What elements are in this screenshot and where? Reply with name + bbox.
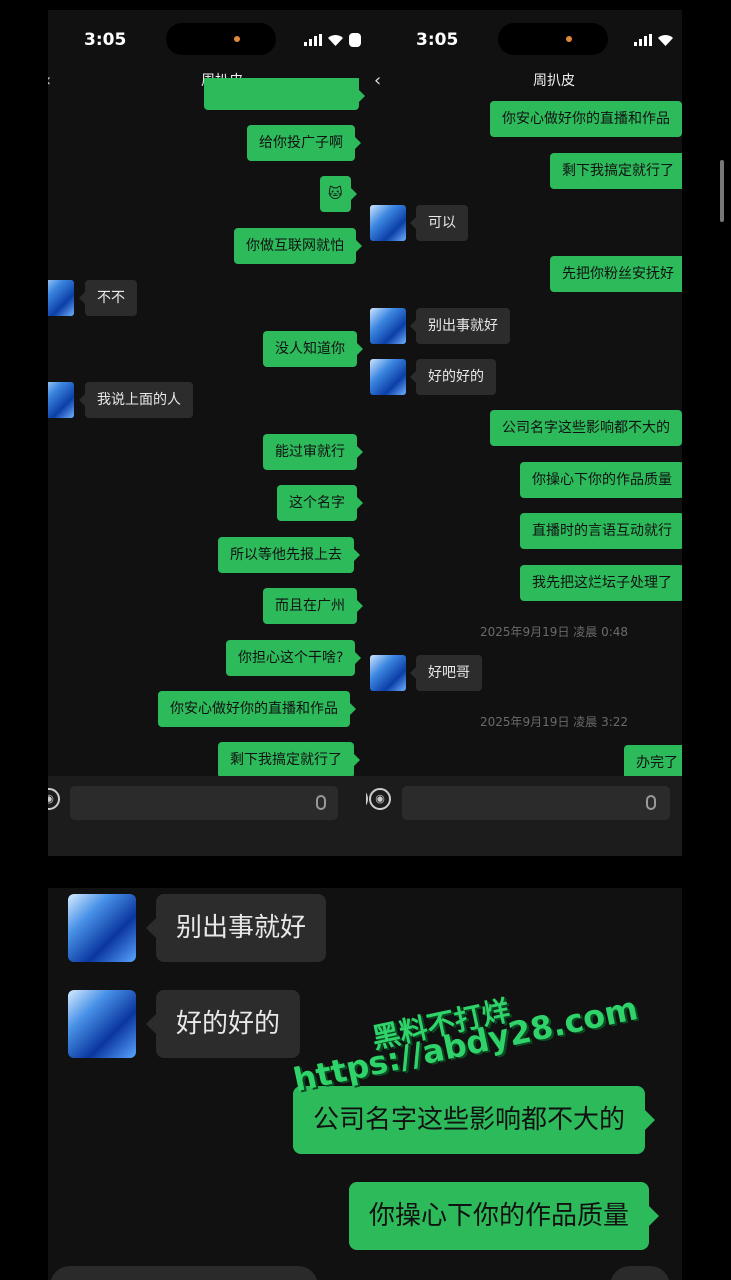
message-bubble[interactable]: 给你投广子啊 xyxy=(247,125,361,161)
contact-avatar[interactable] xyxy=(48,382,74,418)
message-bubble[interactable]: 我先把这烂坛子处理了 xyxy=(520,565,682,601)
bottom-control[interactable] xyxy=(610,1266,670,1280)
message-bubble[interactable]: 这个名字 xyxy=(277,485,363,521)
voice-icon[interactable]: ◉ xyxy=(369,788,391,810)
message-bubble[interactable]: 你安心做好你的直播和作品 xyxy=(158,691,356,727)
message-bubble[interactable]: 好的好的 xyxy=(145,990,301,1058)
chat-title: 周扒皮 xyxy=(533,73,575,89)
contact-avatar[interactable] xyxy=(370,308,406,344)
message-bubble[interactable]: 好的好的 xyxy=(410,359,496,395)
screenshot-root: 3:05 ‹ 周扒皮 给你投广子啊 🐱 你做互联网就怕 不不 没人知道你 我说上… xyxy=(0,0,731,1280)
message-bubble[interactable]: 不不 xyxy=(79,280,137,316)
signal-icon xyxy=(304,34,322,46)
message-bubble[interactable]: 而且在广州 xyxy=(263,588,363,624)
signal-icon xyxy=(634,34,652,46)
input-bar: ☺ ◉ xyxy=(366,776,682,856)
contact-avatar[interactable] xyxy=(68,990,136,1058)
dynamic-island xyxy=(498,23,608,55)
message-timestamp: 2025年9月19日 凌晨 0:48 xyxy=(480,625,629,639)
status-icons xyxy=(304,32,361,48)
message-bubble[interactable]: 🐱 xyxy=(320,176,357,212)
message-bubble[interactable]: 我说上面的人 xyxy=(79,382,193,418)
message-bubble[interactable]: 你操心下你的作品质量 xyxy=(520,462,682,498)
voice-icon[interactable]: ◉ xyxy=(48,788,60,810)
message-input[interactable] xyxy=(70,786,338,820)
message-bubble[interactable]: 你做互联网就怕 xyxy=(234,228,362,264)
mic-icon[interactable] xyxy=(646,795,656,810)
message-input[interactable] xyxy=(402,786,670,820)
message-bubble[interactable]: 别出事就好 xyxy=(145,894,327,962)
message-bubble[interactable]: 别出事就好 xyxy=(410,308,510,344)
message-bubble[interactable]: 你操心下你的作品质量 xyxy=(349,1182,660,1250)
contact-avatar[interactable] xyxy=(370,359,406,395)
status-time: 3:05 xyxy=(416,30,459,50)
message-bubble[interactable] xyxy=(204,78,365,110)
chat-screen-left: 3:05 ‹ 周扒皮 给你投广子啊 🐱 你做互联网就怕 不不 没人知道你 我说上… xyxy=(48,10,366,856)
contact-avatar[interactable] xyxy=(68,894,136,962)
status-time: 3:05 xyxy=(84,30,127,50)
mic-icon[interactable] xyxy=(316,795,326,810)
dynamic-island xyxy=(166,23,276,55)
chat-screen-right: 3:05 ‹ 周扒皮 你安心做好你的直播和作品 剩下我搞定就行了 可以 先把你粉… xyxy=(366,10,682,856)
message-bubble[interactable]: 好吧哥 xyxy=(410,655,482,691)
input-bar: ◉ xyxy=(48,776,366,856)
message-bubble[interactable]: 直播时的言语互动就行 xyxy=(520,513,682,549)
contact-avatar[interactable] xyxy=(370,655,406,691)
scrollbar[interactable] xyxy=(720,160,724,222)
message-bubble[interactable]: 能过审就行 xyxy=(263,434,363,470)
message-bubble[interactable]: 可以 xyxy=(410,205,468,241)
message-timestamp: 2025年9月19日 凌晨 3:22 xyxy=(480,715,629,729)
message-bubble[interactable]: 所以等他先报上去 xyxy=(218,537,360,573)
contact-avatar[interactable] xyxy=(370,205,406,241)
wifi-icon xyxy=(328,34,343,46)
message-bubble[interactable]: 剩下我搞定就行了 xyxy=(218,742,360,778)
message-bubble[interactable]: 剩下我搞定就行了 xyxy=(550,153,682,189)
message-bubble[interactable]: 你安心做好你的直播和作品 xyxy=(490,101,682,137)
emoji-icon[interactable]: ☺ xyxy=(366,788,368,810)
message-bubble[interactable]: 你担心这个干啥? xyxy=(226,640,362,676)
message-bubble[interactable]: 没人知道你 xyxy=(263,331,363,367)
contact-avatar[interactable] xyxy=(48,280,74,316)
message-bubble[interactable]: 公司名字这些影响都不大的 xyxy=(293,1086,656,1154)
battery-icon xyxy=(349,33,361,47)
status-icons xyxy=(634,32,674,48)
message-bubble[interactable]: 先把你粉丝安抚好 xyxy=(550,256,682,292)
message-bubble[interactable]: 公司名字这些影响都不大的 xyxy=(490,410,682,446)
wifi-icon xyxy=(658,34,673,46)
bottom-control[interactable] xyxy=(50,1266,318,1280)
